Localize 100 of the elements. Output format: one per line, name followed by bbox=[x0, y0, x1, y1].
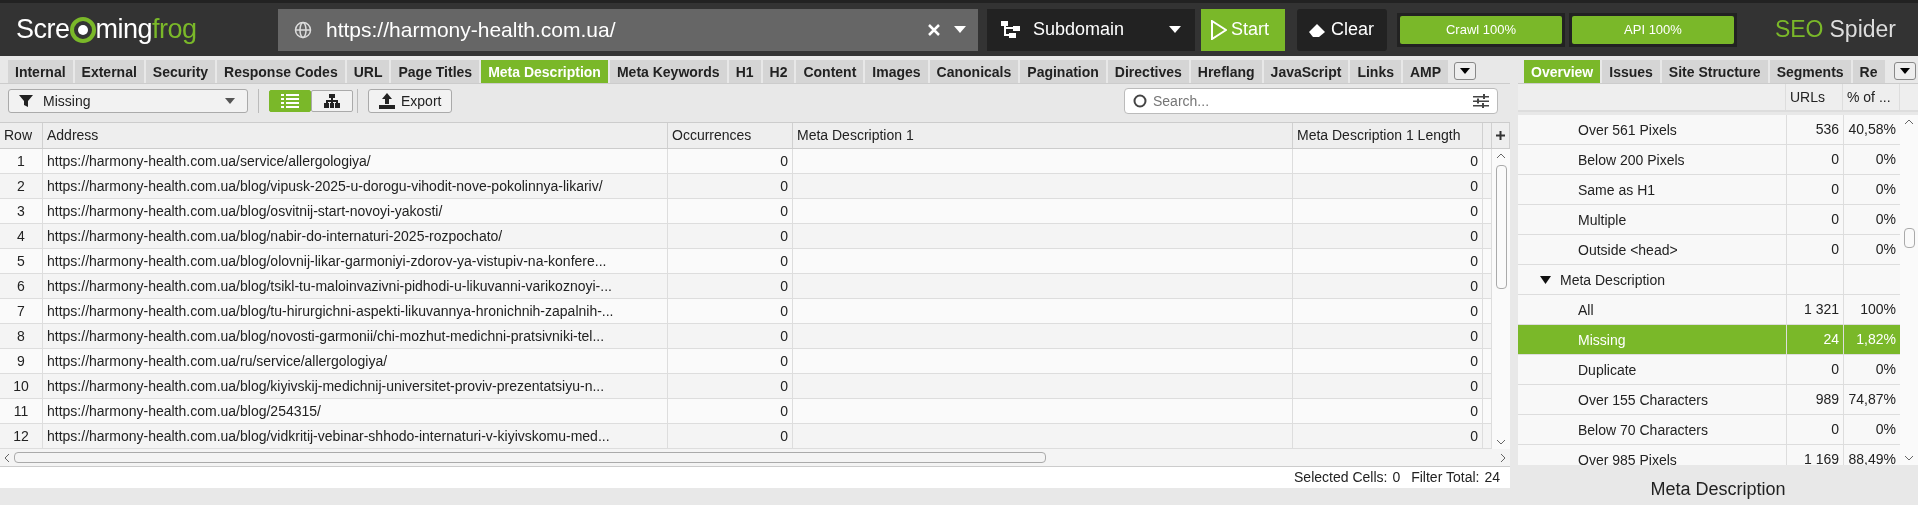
overview-row[interactable]: Multiple 0 0% bbox=[1518, 205, 1900, 235]
progress-label: Crawl 100% bbox=[1445, 22, 1517, 37]
row-number: 11 bbox=[0, 399, 43, 423]
tab[interactable]: H2 bbox=[762, 60, 795, 83]
expanded-icon[interactable] bbox=[1540, 274, 1551, 285]
table-cell: https://harmony-health.com.ua/blog/nabir-do-internaturi-2025-rozpochato/ bbox=[43, 224, 668, 248]
tab[interactable]: Page Titles bbox=[391, 60, 480, 83]
overview-row[interactable]: All 1 321 100% bbox=[1518, 295, 1900, 325]
scroll-down-icon[interactable] bbox=[1904, 455, 1914, 461]
tab[interactable]: Re bbox=[1852, 60, 1885, 83]
row-label: Over 985 Pixels bbox=[1578, 451, 1677, 465]
scrollbar-thumb[interactable] bbox=[14, 452, 1046, 463]
overview-row[interactable]: Over 155 Characters 989 74,87% bbox=[1518, 385, 1900, 415]
vertical-scrollbar[interactable] bbox=[1900, 115, 1918, 465]
row-number: 8 bbox=[0, 324, 43, 348]
tab[interactable]: H1 bbox=[728, 60, 761, 83]
row-number: 2 bbox=[0, 174, 43, 198]
column-header[interactable]: % of ... bbox=[1842, 84, 1899, 110]
row-number: 9 bbox=[0, 349, 43, 373]
tree-view-button[interactable] bbox=[311, 90, 353, 112]
tab[interactable]: Content bbox=[796, 60, 864, 83]
row-label: All bbox=[1578, 301, 1594, 318]
tab[interactable]: Pagination bbox=[1020, 60, 1106, 83]
table-cell: 0 bbox=[668, 399, 793, 423]
more-tabs-button[interactable] bbox=[1454, 62, 1477, 80]
tab[interactable]: JavaScript bbox=[1263, 60, 1349, 83]
tab[interactable]: Security bbox=[145, 60, 216, 83]
table-cell: 0 bbox=[668, 299, 793, 323]
tab[interactable]: Response Codes bbox=[217, 60, 345, 83]
close-icon[interactable] bbox=[928, 23, 940, 36]
url-field[interactable]: https://harmony-health.com.ua/ bbox=[278, 8, 978, 51]
horizontal-scrollbar[interactable] bbox=[0, 449, 1510, 467]
tab[interactable]: Issues bbox=[1602, 60, 1660, 83]
table-cell: https://harmony-health.com.ua/service/allergologiya/ bbox=[43, 149, 668, 173]
table-cell: 0 bbox=[1293, 399, 1483, 423]
column-header[interactable]: Meta Description 1 bbox=[793, 123, 1293, 148]
search-icon bbox=[1133, 94, 1147, 108]
tab[interactable]: Images bbox=[865, 60, 928, 83]
column-header[interactable]: URLs bbox=[1785, 84, 1842, 110]
table-cell: 0 bbox=[668, 424, 793, 448]
row-label: Same as H1 bbox=[1578, 181, 1656, 198]
more-tabs-button[interactable] bbox=[1894, 62, 1916, 80]
table-cell: 0 bbox=[1293, 299, 1483, 323]
group-row[interactable]: Meta Description bbox=[1518, 265, 1900, 295]
table-cell: 0 bbox=[668, 199, 793, 223]
tab[interactable]: External bbox=[74, 60, 144, 83]
table-cell: https://harmony-health.com.ua/blog/olovnij-likar-garmoniyi-zdorov-ya-vistupiv-na-konfere... bbox=[43, 249, 668, 273]
tab[interactable]: Canonicals bbox=[929, 60, 1019, 83]
tab[interactable]: Meta Keywords bbox=[609, 60, 727, 83]
tab[interactable]: Internal bbox=[8, 60, 73, 83]
column-header[interactable]: Occurrences bbox=[668, 123, 793, 148]
scroll-right-icon[interactable] bbox=[1500, 452, 1506, 463]
url-count: 0 bbox=[1786, 235, 1843, 264]
table-cell: 0 bbox=[1293, 149, 1483, 173]
logo-text: ming bbox=[95, 14, 153, 45]
tab[interactable]: Links bbox=[1350, 60, 1401, 83]
progress-label: API 100% bbox=[1624, 22, 1682, 37]
table-cell: 0 bbox=[1293, 424, 1483, 448]
search-field[interactable]: Search... bbox=[1124, 88, 1498, 114]
tab[interactable]: AMP bbox=[1403, 60, 1449, 83]
vertical-scrollbar[interactable] bbox=[1492, 149, 1510, 449]
search-input[interactable]: Search... bbox=[1151, 92, 1469, 110]
chart-title: Meta Description bbox=[1649, 479, 1787, 500]
filter-icon bbox=[19, 94, 33, 108]
product-name: Spider bbox=[1829, 16, 1896, 43]
url-count: 0 bbox=[1786, 415, 1843, 444]
scroll-down-icon[interactable] bbox=[1496, 439, 1506, 445]
tab[interactable]: Site Structure bbox=[1661, 60, 1768, 83]
overview-row[interactable]: Below 200 Pixels 0 0% bbox=[1518, 145, 1900, 175]
overview-row[interactable]: Below 70 Characters 0 0% bbox=[1518, 415, 1900, 445]
tab[interactable]: Directives bbox=[1107, 60, 1189, 83]
scrollbar-thumb[interactable] bbox=[1495, 165, 1507, 289]
scroll-left-icon[interactable] bbox=[4, 452, 10, 463]
scroll-up-icon[interactable] bbox=[1904, 119, 1914, 125]
table-cell: 0 bbox=[668, 224, 793, 248]
caret-icon[interactable] bbox=[954, 25, 966, 34]
clear-button[interactable]: Clear bbox=[1297, 8, 1387, 51]
overview-row[interactable]: Same as H1 0 0% bbox=[1518, 175, 1900, 205]
overview-row[interactable]: Over 561 Pixels 536 40,58% bbox=[1518, 115, 1900, 145]
scroll-up-icon[interactable] bbox=[1496, 153, 1506, 159]
column-header[interactable]: Address bbox=[43, 123, 668, 148]
overview-row[interactable]: Over 985 Pixels 1 169 88,49% bbox=[1518, 445, 1900, 465]
column-header[interactable]: Row bbox=[0, 123, 43, 148]
overview-row[interactable]: Outside <head> 0 0% bbox=[1518, 235, 1900, 265]
row-number: 7 bbox=[0, 299, 43, 323]
table-cell: 0 bbox=[668, 249, 793, 273]
tab[interactable]: Hreflang bbox=[1190, 60, 1262, 83]
tab[interactable]: URL bbox=[346, 60, 390, 83]
mode-dropdown[interactable]: Subdomain bbox=[987, 8, 1195, 51]
tab[interactable]: Segments bbox=[1769, 60, 1851, 83]
table-cell: https://harmony-health.com.ua/blog/vidkritij-vebinar-shhodo-internaturi-v-kiyivskomu-med... bbox=[43, 424, 668, 448]
filter-dropdown[interactable]: Missing bbox=[8, 89, 248, 113]
export-button[interactable]: Export bbox=[368, 89, 453, 113]
url-count: 0 bbox=[1786, 145, 1843, 174]
url-count: 24 bbox=[1786, 325, 1843, 354]
column-header[interactable]: Meta Description 1 Length bbox=[1293, 123, 1483, 148]
overview-row[interactable]: Duplicate 0 0% bbox=[1518, 355, 1900, 385]
sliders-icon[interactable] bbox=[1473, 94, 1489, 108]
table-cell: 0 bbox=[668, 349, 793, 373]
scrollbar-thumb[interactable] bbox=[1903, 228, 1915, 249]
